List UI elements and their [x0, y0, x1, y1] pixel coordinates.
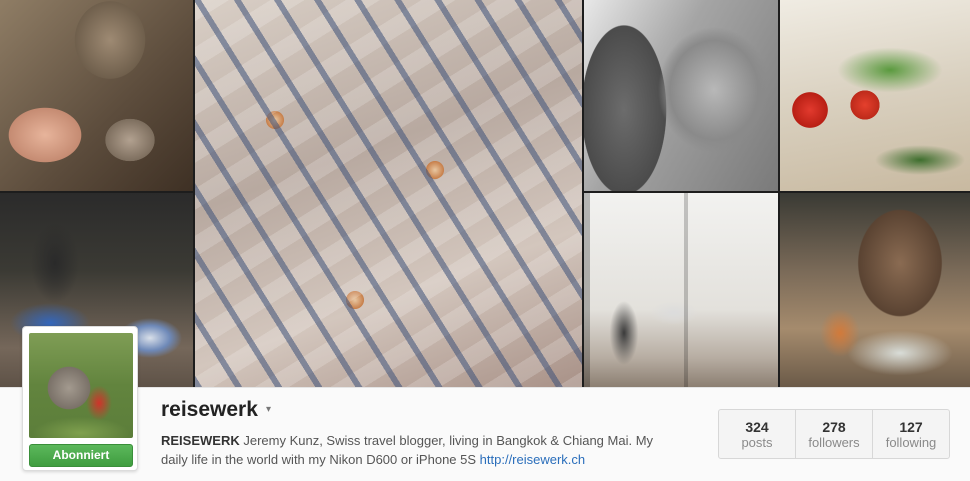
- stat-count: 278: [822, 419, 846, 435]
- profile-bio: REISEWERK Jeremy Kunz, Swiss travel blog…: [161, 431, 681, 469]
- photo-tile-fish[interactable]: [195, 0, 582, 387]
- photo-tile-office[interactable]: [584, 193, 778, 387]
- chevron-down-icon[interactable]: ▾: [266, 404, 271, 415]
- photo-tile-elephant-bath[interactable]: [780, 193, 970, 387]
- profile-stats: 324 posts 278 followers 127 following: [718, 409, 950, 459]
- stat-count: 127: [899, 419, 923, 435]
- stat-label: followers: [808, 435, 860, 450]
- avatar-card: Abonniert: [22, 326, 138, 471]
- photo-tile-thai-soup[interactable]: [780, 0, 970, 191]
- avatar[interactable]: [29, 333, 133, 438]
- stat-label: posts: [741, 435, 773, 450]
- stat-count: 324: [745, 419, 769, 435]
- bio-name: REISEWERK: [161, 433, 240, 448]
- follow-button[interactable]: Abonniert: [29, 444, 133, 467]
- photo-grid: [0, 0, 970, 387]
- photo-tile-baby-elephant-man[interactable]: [0, 0, 193, 191]
- stat-followers[interactable]: 278 followers: [796, 410, 873, 458]
- stat-following[interactable]: 127 following: [873, 410, 949, 458]
- stat-posts[interactable]: 324 posts: [719, 410, 796, 458]
- photo-tile-elephant-bw[interactable]: [584, 0, 778, 191]
- username[interactable]: reisewerk: [161, 398, 258, 422]
- stat-label: following: [885, 435, 937, 450]
- bio-website-link[interactable]: http://reisewerk.ch: [480, 452, 586, 467]
